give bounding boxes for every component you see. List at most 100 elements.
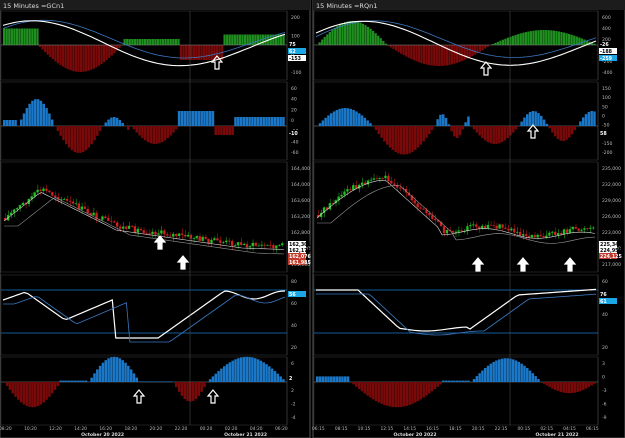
histogram-bar <box>425 382 428 396</box>
histogram-bar <box>81 380 85 382</box>
candle-body <box>586 228 589 230</box>
candle-body <box>378 178 381 179</box>
histogram-bar <box>576 382 579 392</box>
histogram-bar <box>555 31 558 45</box>
histogram-bar <box>217 126 220 135</box>
histogram-bar <box>245 356 249 382</box>
histogram-bar <box>580 38 583 45</box>
histogram-bar <box>22 113 26 126</box>
histogram-bar <box>107 119 110 126</box>
candle-body <box>151 231 154 235</box>
histogram-bar <box>197 382 201 396</box>
histogram-bar <box>388 382 392 407</box>
histogram-bar <box>419 382 423 400</box>
histogram-bar <box>241 34 244 45</box>
histogram-bar <box>11 382 14 394</box>
histogram-bar <box>562 32 566 45</box>
histogram-bar <box>220 368 223 382</box>
candle-body <box>390 180 393 184</box>
histogram-bar <box>534 376 537 382</box>
left-chart-window[interactable]: 15 Minutes =GCn1 2001000-1007562-153 604… <box>0 0 312 438</box>
axis-tick-label: -40 <box>291 139 299 145</box>
histogram-bar <box>49 45 52 57</box>
time-tick-label: 14:15 <box>403 426 416 432</box>
histogram-bar <box>587 382 591 388</box>
histogram-bar <box>256 359 260 382</box>
histogram-bar <box>262 117 265 126</box>
date-label: October 20 2022 <box>81 432 124 438</box>
axis-tick-label: 40 <box>291 323 297 329</box>
histogram-bar <box>489 363 493 382</box>
histogram-bar <box>351 21 354 45</box>
time-tick-label: 12:20 <box>49 426 62 432</box>
histogram-bar <box>464 122 467 126</box>
histogram-bar <box>391 126 395 150</box>
histogram-bar <box>472 379 476 382</box>
histogram-bar <box>527 31 530 45</box>
histogram-bar <box>65 126 68 145</box>
time-tick-label: 00:20 <box>200 426 213 432</box>
histogram-bar <box>226 34 229 45</box>
candle-body <box>349 189 352 191</box>
candle-body <box>248 246 251 248</box>
candle-body <box>477 226 481 229</box>
histogram-bar <box>512 359 515 382</box>
candle-body <box>551 231 554 233</box>
histogram-bar <box>248 356 251 382</box>
histogram-bar <box>540 115 543 126</box>
histogram-bar <box>442 380 445 382</box>
candle-body <box>372 178 375 180</box>
histogram-bar <box>107 358 110 382</box>
histogram-bar <box>39 100 43 126</box>
axis-tick-label: 20 <box>291 345 297 351</box>
candle-body <box>136 228 139 233</box>
histogram-bar <box>42 103 45 126</box>
histogram-bar <box>18 28 21 45</box>
axis-tick-label: 400 <box>602 26 611 32</box>
candle-body <box>121 226 125 229</box>
histogram-bar <box>233 34 236 45</box>
histogram-bar <box>191 111 195 126</box>
histogram-bar <box>468 45 471 58</box>
histogram-bar <box>380 382 383 404</box>
time-tick-label: 00:15 <box>518 426 531 432</box>
candle-body <box>384 175 387 179</box>
histogram-bar <box>38 45 42 48</box>
histogram-bar <box>349 108 353 126</box>
right-chart-window[interactable]: 15 Minutes =RQn1 6004002000-200-400-26-1… <box>312 0 625 438</box>
histogram-bar <box>210 45 213 60</box>
chart-workspace[interactable]: 15 Minutes =GCn1 2001000-1007562-153 604… <box>0 0 625 438</box>
histogram-bar <box>19 382 23 403</box>
histogram-bar <box>28 28 31 45</box>
histogram-bar <box>92 45 95 69</box>
histogram-bar <box>369 123 372 126</box>
candle-body <box>571 226 574 230</box>
candle-body <box>513 228 516 233</box>
histogram-bar <box>251 34 254 45</box>
candle-body <box>536 234 539 238</box>
candle-body <box>36 189 39 193</box>
candle-body <box>266 244 269 246</box>
histogram-bar <box>146 126 150 143</box>
histogram-bar <box>177 111 181 126</box>
histogram-bar <box>276 373 280 382</box>
histogram-bar <box>341 376 344 382</box>
histogram-bar <box>358 382 361 390</box>
histogram-bar <box>146 39 149 45</box>
histogram-bar <box>584 382 588 389</box>
histogram-bar <box>253 117 257 126</box>
histogram-bar <box>559 126 563 141</box>
histogram-bar <box>158 126 161 144</box>
histogram-bar <box>363 382 367 394</box>
candle-body <box>195 236 198 239</box>
histogram-bar <box>534 111 537 126</box>
histogram-bar <box>169 381 172 382</box>
value-badge-label: 58 <box>600 131 607 137</box>
histogram-bar <box>197 111 201 126</box>
candle-body <box>42 188 45 191</box>
histogram-bar <box>579 121 582 126</box>
candle-body <box>583 228 586 230</box>
histogram-bar <box>189 111 192 126</box>
histogram-bar <box>478 373 481 382</box>
candle-body <box>413 200 416 204</box>
